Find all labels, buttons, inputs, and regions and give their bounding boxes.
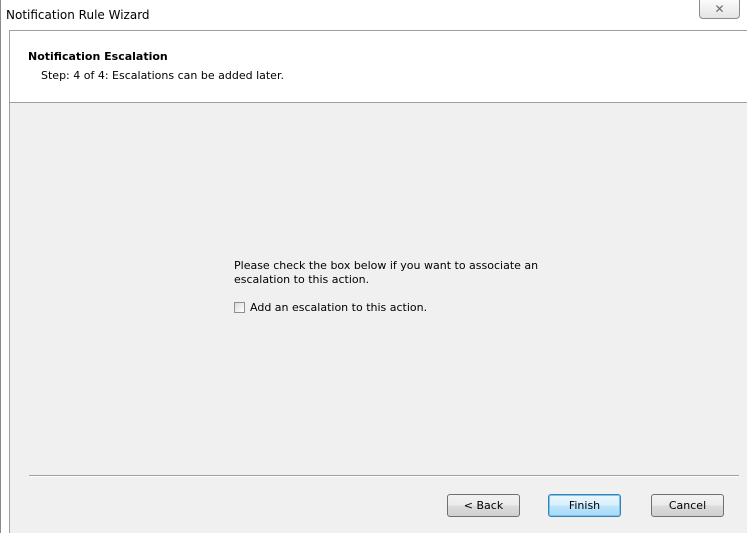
escalation-checkbox[interactable]	[234, 302, 245, 313]
wizard-header: Notification Escalation Step: 4 of 4: Es…	[10, 31, 747, 103]
close-button[interactable]: ✕	[699, 0, 740, 19]
escalation-checkbox-label[interactable]: Add an escalation to this action.	[250, 301, 427, 314]
wizard-frame: Notification Escalation Step: 4 of 4: Es…	[9, 30, 747, 533]
instruction-text: Please check the box below if you want t…	[234, 259, 539, 286]
escalation-checkbox-row[interactable]: Add an escalation to this action.	[234, 301, 427, 314]
back-button[interactable]: < Back	[447, 494, 520, 517]
finish-button[interactable]: Finish	[548, 494, 621, 517]
wizard-window: Notification Rule Wizard ✕ Notification …	[0, 0, 747, 533]
cancel-button[interactable]: Cancel	[651, 494, 724, 517]
footer-separator	[29, 475, 739, 477]
page-title: Notification Escalation	[28, 50, 168, 63]
close-icon: ✕	[714, 2, 725, 16]
window-title: Notification Rule Wizard	[6, 8, 150, 22]
title-bar: Notification Rule Wizard ✕	[1, 0, 747, 30]
step-subtitle: Step: 4 of 4: Escalations can be added l…	[41, 69, 284, 82]
